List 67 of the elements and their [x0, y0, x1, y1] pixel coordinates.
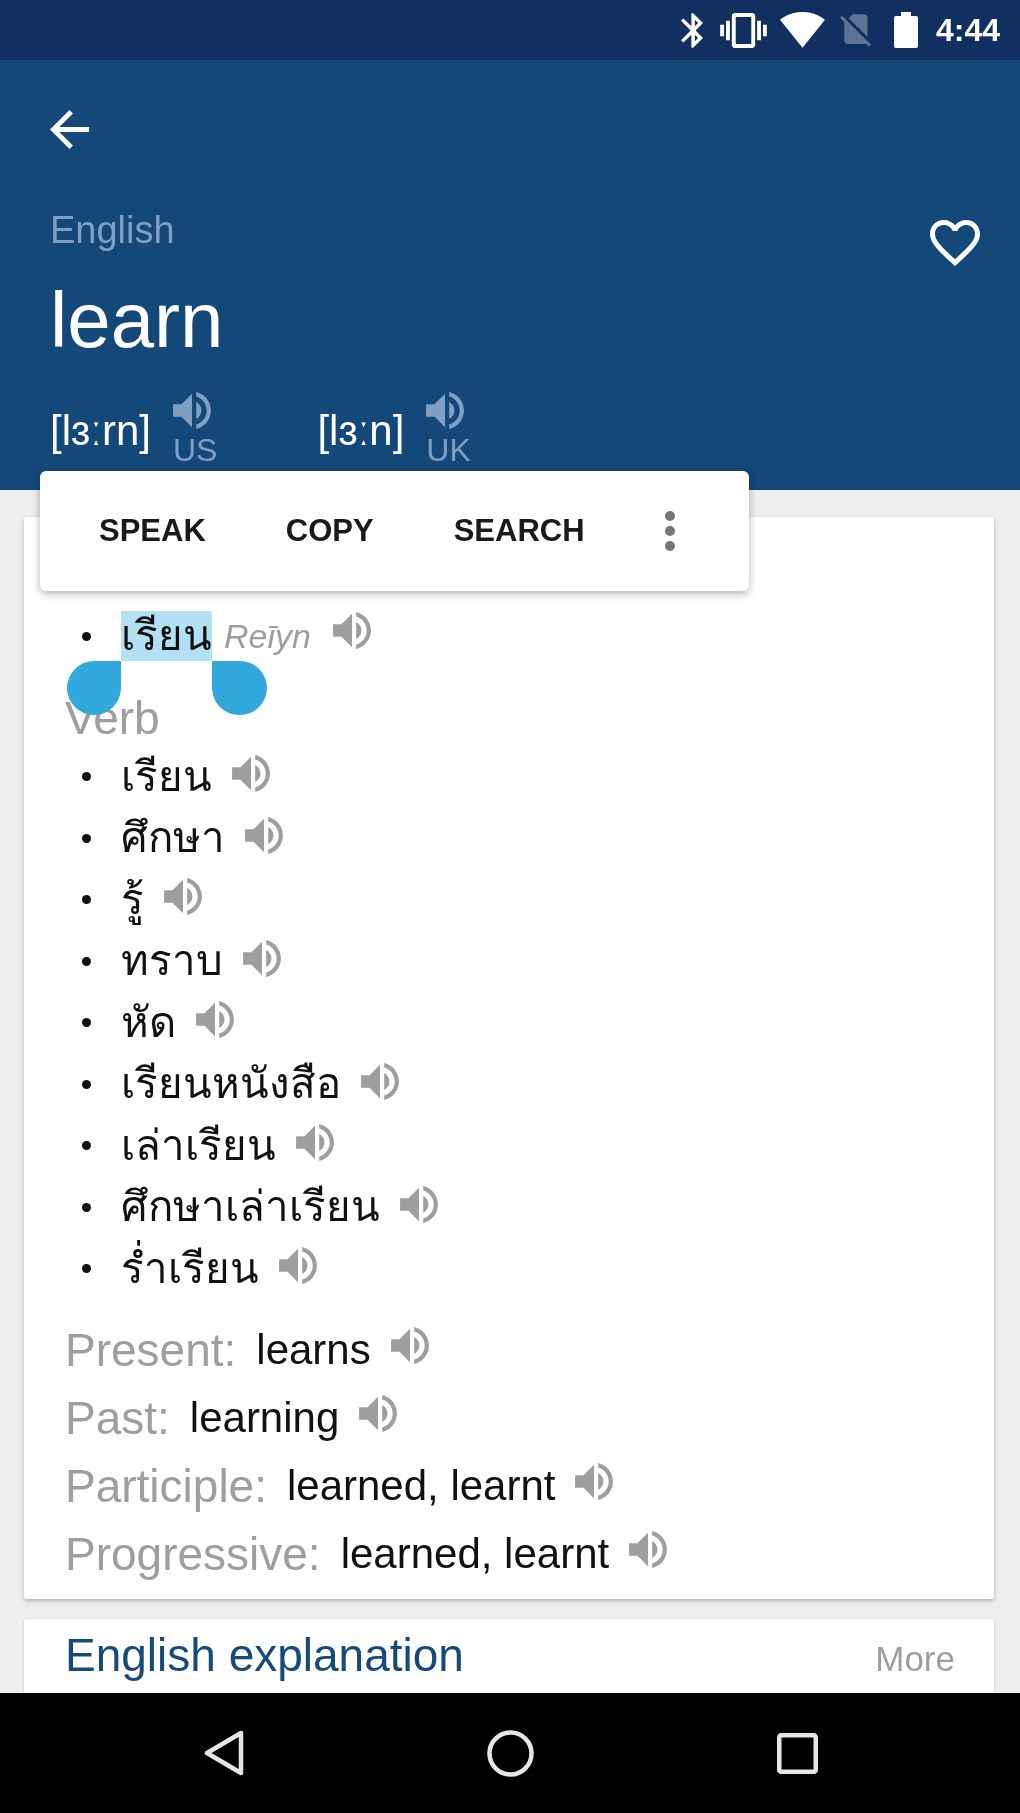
bluetooth-icon	[680, 12, 703, 48]
selection-handle[interactable]	[212, 661, 267, 715]
form-value: learned, learnt	[286, 1461, 556, 1511]
no-sim-icon	[839, 13, 871, 47]
form-label: Participle:	[65, 1459, 267, 1514]
toolbar-action[interactable]: SPEAK	[59, 471, 246, 591]
form-label: Present:	[65, 1323, 237, 1378]
form-label: Progressive:	[65, 1527, 321, 1582]
translation-text: รู้	[121, 874, 144, 925]
highlighted-text: เรียน	[121, 611, 212, 661]
toolbar-action[interactable]: COPY	[245, 471, 414, 591]
speaker-icon[interactable]	[390, 1326, 429, 1364]
speaker-icon[interactable]	[196, 1001, 234, 1039]
home-icon[interactable]	[487, 1729, 534, 1777]
region-label: US	[172, 434, 218, 466]
bullet-icon	[82, 833, 91, 843]
back-arrow-icon[interactable]	[50, 110, 89, 149]
bullet-icon	[82, 1264, 91, 1274]
speaker-icon[interactable]	[426, 392, 465, 429]
clock-time: 4:44	[935, 11, 1000, 50]
translation-text: ศึกษาเล่าเรียน	[121, 1182, 380, 1233]
form-value: learned, learnt	[340, 1529, 610, 1579]
speaker-icon[interactable]	[243, 939, 281, 977]
bullet-icon	[82, 772, 91, 782]
bullet-icon	[82, 895, 91, 905]
recents-icon[interactable]	[777, 1732, 818, 1774]
speaker-icon[interactable]	[359, 1394, 398, 1432]
phonetic-text: [lɜːrn]	[50, 406, 151, 456]
heart-icon[interactable]	[930, 220, 980, 266]
back-icon[interactable]	[204, 1730, 244, 1776]
speaker-icon[interactable]	[629, 1530, 668, 1568]
speaker-icon[interactable]	[575, 1462, 614, 1500]
speaker-icon[interactable]	[232, 755, 270, 793]
form-value: learns	[256, 1325, 371, 1375]
toolbar-action[interactable]: SEARCH	[413, 471, 625, 591]
headword: learn	[50, 275, 224, 366]
battery-icon	[893, 12, 918, 48]
speaker-icon[interactable]	[332, 611, 371, 649]
bullet-icon	[82, 1018, 91, 1028]
bullet-icon	[82, 1141, 91, 1151]
region-label: UK	[426, 434, 471, 466]
bullet-icon	[82, 1079, 91, 1089]
form-value: learning	[189, 1393, 340, 1443]
translation-text: เรียน	[121, 751, 212, 802]
speaker-icon[interactable]	[172, 392, 211, 429]
vibrate-icon	[719, 12, 767, 48]
speaker-icon[interactable]	[164, 878, 202, 916]
translation-text: เล่าเรียน	[121, 1120, 276, 1171]
translation-text: ศึกษา	[121, 813, 225, 864]
bullet-icon	[82, 1202, 91, 1212]
wifi-icon	[779, 12, 825, 48]
bullet-icon	[82, 956, 91, 966]
more-vertical-icon	[664, 511, 675, 551]
phonetic-text: [lɜːn]	[317, 406, 405, 456]
translation-text: เรียนหนังสือ	[121, 1059, 341, 1110]
language-label: English	[50, 208, 176, 252]
speaker-icon[interactable]	[361, 1062, 399, 1100]
romanization-text: Reīyn	[224, 616, 311, 657]
speaker-icon[interactable]	[400, 1185, 438, 1223]
speaker-icon[interactable]	[296, 1124, 334, 1162]
bullet-icon	[82, 631, 91, 641]
speaker-icon[interactable]	[279, 1247, 317, 1285]
form-label: Past:	[65, 1391, 170, 1446]
translation-text: หัด	[121, 997, 176, 1048]
translation-text: ทราบ	[121, 936, 223, 987]
speaker-icon[interactable]	[245, 816, 283, 854]
card-title: English explanation	[65, 1628, 464, 1682]
